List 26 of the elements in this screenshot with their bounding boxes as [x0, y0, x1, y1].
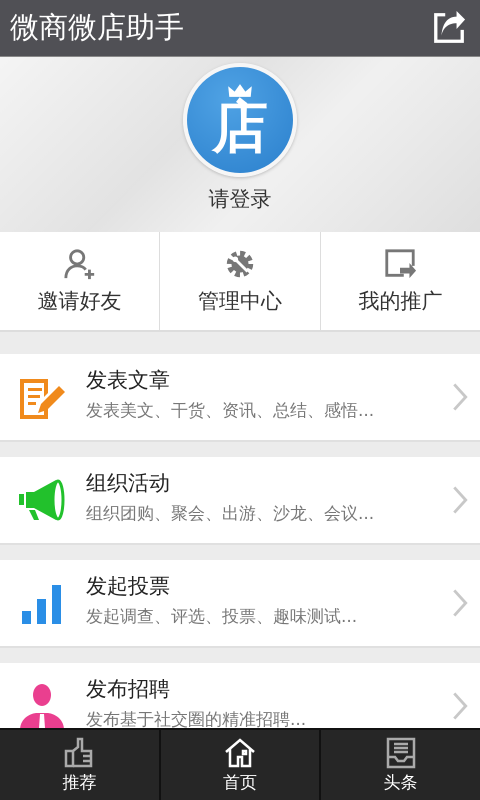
chevron-right-icon — [452, 588, 468, 618]
chevron-right-icon — [452, 691, 468, 721]
feature-title: 发布招聘 — [86, 677, 171, 702]
share-icon[interactable] — [432, 11, 466, 45]
feature-list-item[interactable]: 组织活动 组织团购、聚会、出游、沙龙、会议... — [0, 457, 480, 545]
chevron-right-icon — [452, 382, 468, 412]
thumbs-up-icon — [63, 736, 96, 768]
feature-list-item[interactable]: 发表文章 发表美文、干货、资讯、总结、感悟... — [0, 354, 480, 442]
crown-icon — [227, 82, 253, 98]
logo-text: 店 — [212, 98, 268, 158]
feature-description: 组织团购、聚会、出游、沙龙、会议... — [86, 504, 376, 525]
feature-title: 组织活动 — [86, 471, 171, 496]
feature-description: 发表美文、干货、资讯、总结、感悟... — [86, 401, 376, 422]
house-icon — [224, 736, 256, 768]
login-link[interactable]: 请登录 — [208, 185, 272, 213]
feature-description: 发布基于社交圈的精准招聘... — [86, 710, 308, 728]
feature-list-item[interactable]: 发起投票 发起调查、评选、投票、趣味测试... — [0, 560, 480, 648]
add-user-icon — [62, 247, 97, 281]
feature-title: 发表文章 — [86, 368, 171, 394]
export-icon — [383, 247, 418, 281]
chevron-right-icon — [452, 485, 468, 515]
feature-list-item[interactable]: 发布招聘 发布基于社交圈的精准招聘... — [0, 663, 480, 728]
feature-description: 发起调查、评选、投票、趣味测试... — [86, 607, 358, 628]
inbox-icon — [384, 736, 417, 768]
feature-title: 发起投票 — [86, 574, 171, 600]
app-title: 微商微店助手 — [10, 9, 184, 46]
